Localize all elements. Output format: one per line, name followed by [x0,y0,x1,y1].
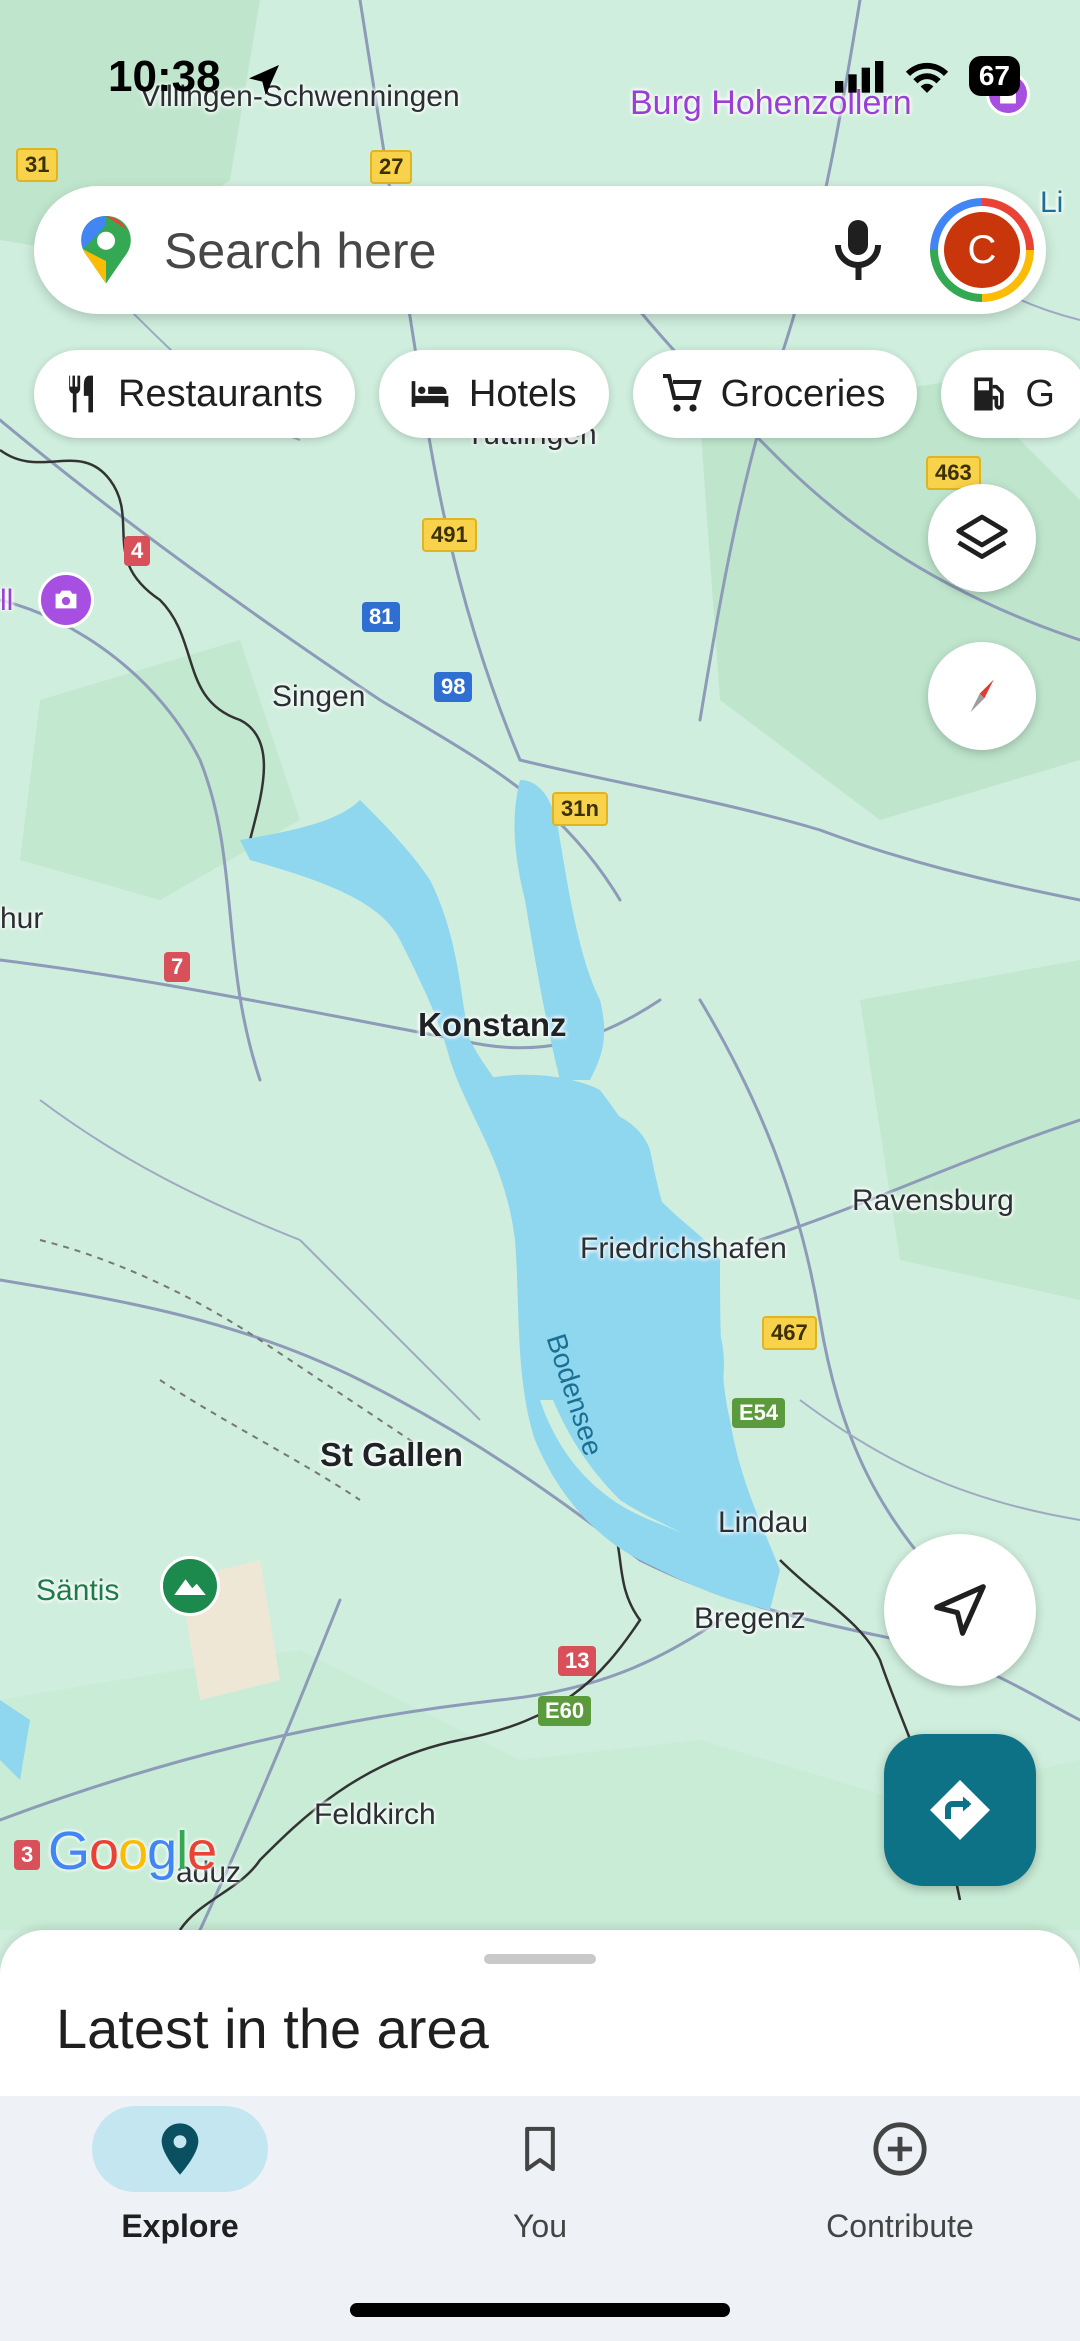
place-ravensburg[interactable]: Ravensburg [852,1184,1014,1218]
status-icons: 67 [834,56,1020,96]
place-li[interactable]: Li [1040,186,1063,220]
sheet-title: Latest in the area [56,1997,489,2060]
road-shield-467: 467 [762,1316,817,1350]
category-chips: Restaurants Hotels Groceries G [34,350,1080,438]
road-shield-81: 81 [362,602,401,632]
place-hur[interactable]: hur [0,902,43,936]
road-shield-13: 13 [558,1646,597,1676]
chip-groceries[interactable]: Groceries [632,350,918,438]
nav-explore-label: Explore [121,2208,239,2244]
home-indicator[interactable] [350,2303,730,2317]
layers-icon [956,514,1008,559]
place-santis[interactable]: Säntis [36,1574,119,1608]
road-shield-4: 4 [124,536,151,566]
road-shield-3: 3 [14,1840,41,1870]
my-location-button[interactable] [884,1534,1036,1686]
road-shield-27: 27 [370,150,413,184]
place-lindau[interactable]: Lindau [718,1506,808,1540]
cellular-signal-icon [834,61,884,93]
chip-hotels[interactable]: Hotels [378,350,609,438]
search-input[interactable]: Search here [164,222,436,280]
search-bar[interactable]: Search here C [34,186,1046,314]
directions-icon [930,1780,990,1840]
road-shield-98: 98 [434,672,473,702]
google-logo: Google [48,1821,217,1881]
avatar-letter: C [944,212,1020,288]
place-bregenz[interactable]: Bregenz [694,1602,806,1636]
compass-icon [970,679,994,713]
location-arrow-icon [249,65,279,95]
road-shield-31n: 31n [552,792,608,826]
layers-button[interactable] [928,484,1036,592]
road-shield-e60: E60 [538,1696,592,1726]
chip-gas[interactable]: G [941,350,1080,438]
mountain-icon[interactable] [160,1556,220,1616]
nav-contribute-label: Contribute [826,2208,974,2244]
nav-you-label: You [513,2208,567,2244]
bookmark-icon [525,2126,555,2172]
cart-icon [662,374,702,412]
fork-knife-icon [69,375,93,413]
plus-circle-icon [873,2122,927,2176]
place-singen[interactable]: Singen [272,680,365,714]
microphone-icon[interactable] [828,214,888,286]
nav-you[interactable]: You [360,2106,720,2266]
road-shield-491: 491 [422,518,477,552]
pin-icon [161,2123,199,2175]
navigation-arrow-icon [934,1584,986,1636]
road-shield-e54: E54 [732,1398,786,1428]
road-shield-7: 7 [164,952,191,982]
chip-label: Groceries [720,372,886,415]
nav-explore-pill [92,2106,268,2192]
compass-button[interactable] [928,642,1036,750]
nav-you-pill [452,2106,628,2192]
bed-icon [411,381,449,407]
status-time: 10:38 [108,52,221,101]
bottom-sheet[interactable]: Latest in the area [0,1930,1080,2100]
chip-label: Hotels [468,372,577,415]
place-friedrichshafen[interactable]: Friedrichshafen [580,1232,787,1266]
road-shield-31: 31 [16,148,59,182]
nav-contribute-pill [812,2106,988,2192]
sheet-drag-handle[interactable] [484,1954,596,1964]
chip-restaurants[interactable]: Restaurants [34,350,355,438]
account-avatar[interactable]: C [930,198,1034,302]
nav-explore[interactable]: Explore [0,2106,360,2266]
nav-contribute[interactable]: Contribute [720,2106,1080,2266]
status-bar: 10:38 67 [0,0,1080,150]
place-konstanz[interactable]: Konstanz [418,1006,567,1044]
camera-icon[interactable] [38,572,94,628]
place-ll[interactable]: ll [0,584,13,618]
chip-label: Restaurants [118,372,323,415]
google-maps-pin-icon [81,216,131,284]
fuel-icon [974,377,1004,411]
place-st-gallen[interactable]: St Gallen [320,1436,463,1474]
battery-indicator: 67 [968,56,1020,96]
wifi-icon [905,62,948,93]
place-feldkirch[interactable]: Feldkirch [314,1798,436,1832]
chip-label: G [1025,372,1055,415]
directions-button[interactable] [884,1734,1036,1886]
